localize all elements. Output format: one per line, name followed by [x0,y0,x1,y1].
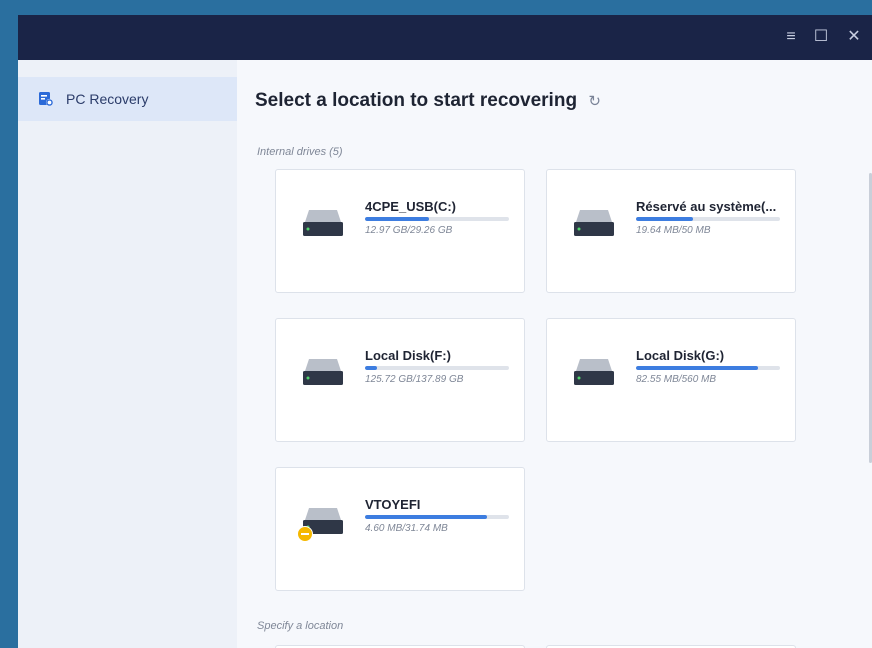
drive-size: 12.97 GB/29.26 GB [365,225,453,236]
sidebar: PC Recovery [18,60,237,648]
hard-drive-icon [303,210,343,236]
hard-drive-icon [303,359,343,385]
drive-usage-bar [365,515,509,519]
drive-card[interactable]: Réservé au système(... 19.64 MB/50 MB [546,169,796,293]
sidebar-item-pc-recovery[interactable]: PC Recovery [18,77,237,121]
drive-name: Réservé au système(... [636,199,777,214]
drive-usage-fill [636,217,693,221]
app-window: ≡ ☐ ✕ PC Recovery Select a location to s… [18,15,872,648]
specify-location-label: Specify a location [257,620,344,632]
drive-usage-bar [636,217,780,221]
drive-card[interactable]: Local Disk(F:) 125.72 GB/137.89 GB [275,318,525,442]
hard-drive-icon [574,359,614,385]
warning-icon [297,526,313,542]
drive-card[interactable]: Local Disk(G:) 82.55 MB/560 MB [546,318,796,442]
drive-usage-fill [636,366,759,370]
maximize-icon[interactable]: ☐ [809,25,833,49]
title-bar: ≡ ☐ ✕ [18,15,872,60]
drive-size: 19.64 MB/50 MB [636,225,711,236]
drive-size: 125.72 GB/137.89 GB [365,374,464,385]
internal-drives-label: Internal drives (5) [257,146,343,158]
drive-name: VTOYEFI [365,497,421,512]
drive-size: 82.55 MB/560 MB [636,374,717,385]
drive-usage-bar [365,217,509,221]
drive-name: 4CPE_USB(C:) [365,199,457,214]
drive-usage-fill [365,217,429,221]
drive-size: 4.60 MB/31.74 MB [365,523,448,534]
pc-recovery-icon [39,92,54,107]
drive-card[interactable]: 4CPE_USB(C:) 12.97 GB/29.26 GB [275,169,525,293]
page-title: Select a location to start recovering ↻ [255,90,601,112]
drive-name: Local Disk(F:) [365,348,451,363]
drive-usage-fill [365,366,377,370]
hard-drive-icon [574,210,614,236]
main-panel: Select a location to start recovering ↻ … [237,60,872,648]
menu-icon[interactable]: ≡ [779,25,803,49]
page-title-text: Select a location to start recovering [255,90,578,111]
close-icon[interactable]: ✕ [842,25,866,49]
drive-usage-bar [636,366,780,370]
refresh-icon[interactable]: ↻ [588,92,601,110]
drive-card[interactable]: VTOYEFI 4.60 MB/31.74 MB [275,467,525,591]
sidebar-item-label: PC Recovery [66,91,149,107]
drive-usage-bar [365,366,509,370]
drive-usage-fill [365,515,488,519]
drive-name: Local Disk(G:) [636,348,725,363]
